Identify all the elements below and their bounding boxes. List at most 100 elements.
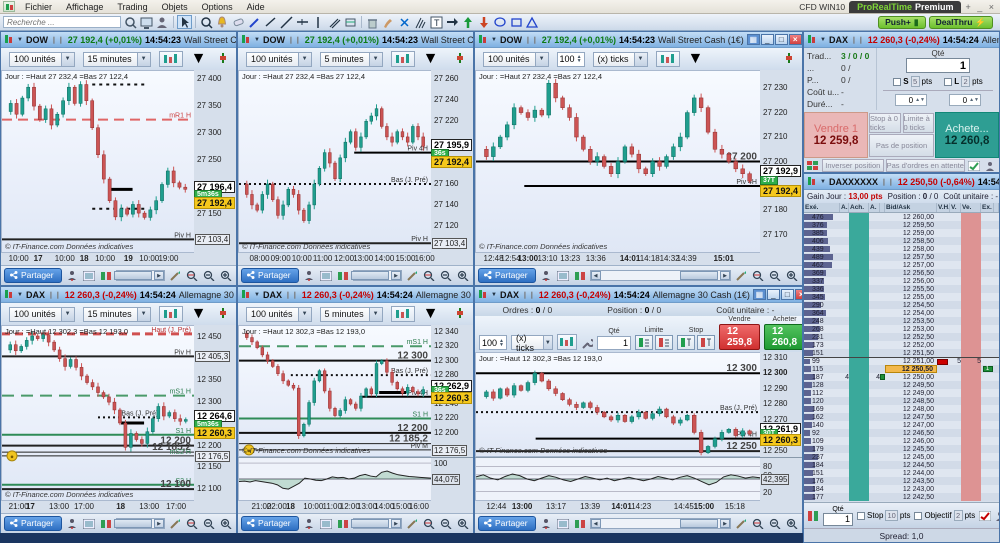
dom-row[interactable]: 151 12 251,50 (804, 349, 999, 357)
price-cell[interactable]: 12 243,50 (885, 477, 937, 485)
sell-column-cell[interactable] (961, 389, 981, 397)
units-dropdown[interactable]: 100 unités ▼ (9, 51, 75, 67)
buy-column-cell[interactable] (849, 285, 869, 293)
sell-column-cell[interactable] (961, 269, 981, 277)
chart-plot[interactable]: 27 200 Piv 4H Jour : =Haut 27 232,4 =Bas 2… (475, 70, 760, 253)
scrollbar-thumb[interactable] (351, 519, 389, 528)
sell-column-cell[interactable] (961, 245, 981, 253)
sell-market-button[interactable]: 12 259,8 (718, 324, 761, 350)
chart-window-titlebar[interactable]: ▼ DOW ❙❙ 27 192,4 (+0,01%) 14:54:23 Wall Stre… (475, 32, 802, 48)
price-cell[interactable]: 12 247,50 (885, 413, 937, 421)
price-cell[interactable]: 12 256,50 (885, 269, 937, 277)
menu-item-trading[interactable]: Trading (110, 0, 154, 14)
price-cell[interactable]: 12 244,50 (885, 461, 937, 469)
buy-column-cell[interactable] (849, 309, 869, 317)
indicator-plot[interactable] (238, 458, 431, 501)
sell-column-cell[interactable] (961, 301, 981, 309)
magnifier-icon[interactable] (123, 15, 138, 29)
dom-ladder[interactable]: 476 12 260,00 376 12 259,50 385 12 259,00 406 1… (804, 213, 999, 502)
chevron-down-icon[interactable]: ▼ (17, 37, 23, 43)
dom-row[interactable]: 99 12 251,00 5 5 (804, 357, 999, 365)
lasso-icon[interactable] (493, 15, 508, 29)
zoom-select-icon[interactable] (751, 517, 765, 530)
price-cell[interactable]: 12 259,50 (885, 221, 937, 229)
buy-column-cell[interactable] (849, 301, 869, 309)
price-cell[interactable]: 12 254,00 (885, 309, 937, 317)
buy-column-cell[interactable] (849, 229, 869, 237)
sell-column-cell[interactable] (961, 493, 981, 501)
chevron-down-icon[interactable]: ▼ (297, 307, 311, 321)
zoom-in-icon[interactable] (785, 517, 799, 530)
chart-window-titlebar[interactable]: ▼ DOW ❙❙ 27 192,4 (+0,01%) 14:54:23 Wall Stre… (1, 32, 236, 48)
stop-order-button[interactable]: Stop à 0 ticks (869, 113, 901, 133)
buy-column-cell[interactable] (849, 293, 869, 301)
limit-ticks-spinner[interactable]: 0 ▲▼ (949, 94, 981, 106)
reverse-position-button[interactable]: Inverser position (822, 159, 884, 172)
rect-icon[interactable] (509, 15, 524, 29)
horizontal-scrollbar[interactable]: ◀▶ (589, 518, 731, 529)
screenshot-icon[interactable] (556, 517, 570, 530)
horizontal-scrollbar[interactable]: ◀▶ (589, 270, 731, 281)
share-button[interactable]: Partager (478, 516, 536, 531)
buy-stop-button[interactable] (676, 335, 695, 350)
account-icon[interactable] (539, 517, 553, 530)
price-cell[interactable]: 12 243,00 (885, 485, 937, 493)
hline-icon[interactable] (295, 15, 310, 29)
chevron-down-icon[interactable]: ▼ (191, 305, 207, 323)
price-cell[interactable]: 12 249,00 (885, 389, 937, 397)
price-cell[interactable]: 12 245,00 (885, 453, 937, 461)
dom-row[interactable]: 290 12 254,50 (804, 301, 999, 309)
buy-column-cell[interactable] (849, 213, 869, 221)
zoom-in-icon[interactable] (456, 269, 470, 282)
chevron-down-icon[interactable]: ▼ (542, 336, 552, 349)
price-cell[interactable]: 12 249,50 (885, 381, 937, 389)
sell-button[interactable]: Vendre 1 12 259,8 (804, 112, 868, 158)
chevron-down-icon[interactable]: ▼ (423, 305, 439, 323)
maximize-button[interactable]: □ (774, 34, 788, 45)
zoom-out-icon[interactable] (202, 517, 216, 530)
share-button[interactable]: Partager (241, 516, 299, 531)
zoom-in-icon[interactable] (219, 517, 233, 530)
buy-column-cell[interactable] (849, 413, 869, 421)
price-cell[interactable]: 12 251,00 (885, 358, 937, 365)
buy-column-cell[interactable] (849, 317, 869, 325)
price-cell[interactable]: 12 255,00 (885, 293, 937, 301)
horizontal-scrollbar[interactable]: ◀▶ (351, 270, 402, 281)
line-icon[interactable] (279, 15, 294, 29)
sell-column-cell[interactable] (961, 421, 981, 429)
buy-column-cell[interactable] (849, 261, 869, 269)
sell-column-cell[interactable] (961, 397, 981, 405)
zoom-in-icon[interactable] (456, 517, 470, 530)
zoom-out-icon[interactable] (768, 269, 782, 282)
chevron-down-icon[interactable]: ▼ (191, 50, 207, 68)
person-icon[interactable] (155, 15, 170, 29)
buy-column-cell[interactable] (849, 237, 869, 245)
dom-stop-checkbox[interactable] (857, 511, 865, 520)
sell-column-cell[interactable] (961, 445, 981, 453)
buy-column-cell[interactable] (849, 365, 869, 373)
account-icon[interactable] (65, 517, 79, 530)
sell-column-cell[interactable] (961, 317, 981, 325)
pause-icon[interactable]: ❙❙ (285, 291, 299, 299)
scroll-right-arrow[interactable]: ▶ (391, 519, 401, 528)
positions-grid-icon[interactable] (806, 159, 820, 172)
chevron-down-icon[interactable]: ▼ (491, 37, 497, 43)
pitchfork-icon[interactable] (413, 15, 428, 29)
zoom-select-icon[interactable] (422, 269, 436, 282)
buy-column-cell[interactable] (849, 477, 869, 485)
zoom-out-icon[interactable] (202, 269, 216, 282)
screenshot-icon[interactable] (82, 269, 96, 282)
buy-button[interactable]: Achete... 12 260,8 (935, 112, 999, 158)
dom-row[interactable]: 369 12 256,50 (804, 269, 999, 277)
screenshot-icon[interactable] (319, 269, 333, 282)
chart-style-button[interactable] (390, 51, 415, 67)
zoom-select-icon[interactable] (422, 517, 436, 530)
scroll-right-arrow[interactable]: ▶ (391, 271, 401, 280)
chevron-down-icon[interactable]: ▼ (60, 52, 74, 66)
chart-plot[interactable]: Haut (J. Pré) Piv H mS1 H Bas (J. Pré) S1 H 1… (1, 325, 194, 501)
buy-column-cell[interactable] (849, 405, 869, 413)
dom-row[interactable]: 184 12 244,50 (804, 461, 999, 469)
dom-row[interactable]: 439 12 258,00 (804, 245, 999, 253)
sell-column-cell[interactable] (961, 373, 981, 381)
price-cell[interactable]: 12 257,00 (885, 261, 937, 269)
